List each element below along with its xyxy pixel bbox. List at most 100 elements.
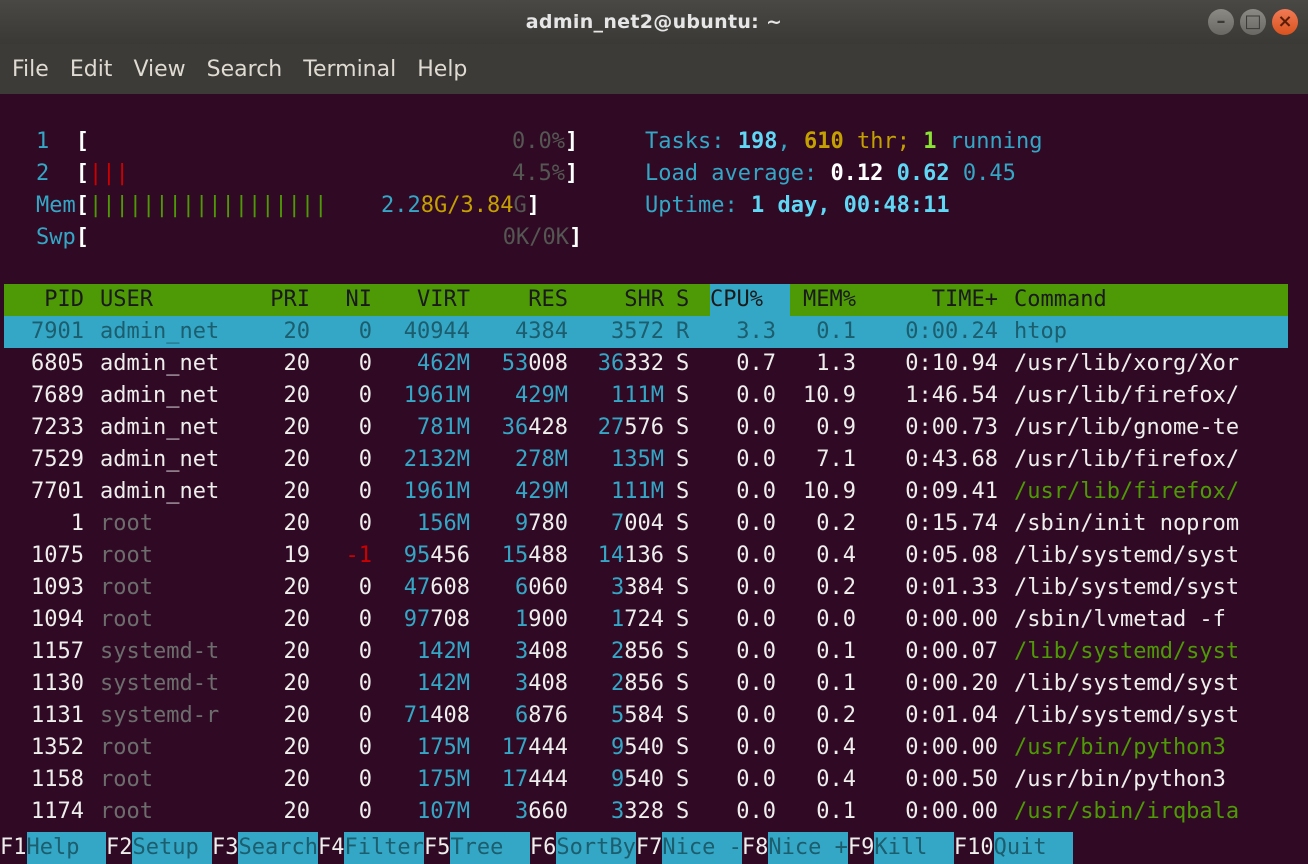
cell-s: S [676,607,690,632]
cell-cmd: /usr/lib/firefox/ [1014,447,1240,472]
cell-res: 53008 [501,351,568,376]
process-row[interactable]: 1 root 20 0 156M 9780 7004 S 0.0 0.2 0:15.74/sbin/… [4,508,1288,540]
fkey-f8[interactable]: F8 [742,832,769,864]
column-header-mem[interactable]: MEM% [786,284,856,316]
fkey-f4[interactable]: F4 [318,832,345,864]
column-header-cpu[interactable]: CPU% [710,284,790,316]
process-row[interactable]: 7901 admin_net 20 0 40944 4384 3572 R 3.3 0.1 0:00… [4,316,1288,348]
fkey-label-f8[interactable]: Nice + [768,832,848,864]
fkey-label-f4[interactable]: Filter [344,832,424,864]
cell-cmd: /usr/lib/firefox/ [1014,479,1240,504]
process-row[interactable]: 7701 admin_net 20 0 1961M 429M 111M S 0.0 10.9 0:0… [4,476,1288,508]
fkey-label-f1[interactable]: Help [26,832,106,864]
column-header-user[interactable]: USER [100,284,250,316]
cell-virt: 97708 [403,607,470,632]
column-header-virt[interactable]: VIRT [382,284,470,316]
cell-time: 0:01.04 [905,703,998,728]
cell-shr: 111M [611,479,664,504]
cell-pri: 20 [283,383,311,408]
fkey-f2[interactable]: F2 [106,832,133,864]
cell-cmd: /sbin/lvmetad -f [1014,607,1226,632]
fkey-label-f3[interactable]: Search [238,832,318,864]
cell-ni: 0 [358,479,372,504]
fkey-f10[interactable]: F10 [954,832,994,864]
terminal-area[interactable]: 1 [0.0%] 2 [||| 4.5%] Mem[|||||||||||||||… [0,94,1308,864]
menu-file[interactable]: File [12,57,49,82]
column-header-cmd[interactable]: Command [1014,284,1288,316]
cell-user: systemd-t [100,639,220,664]
cell-cpu: 0.0 [736,703,776,728]
column-header-shr[interactable]: SHR [576,284,664,316]
fkey-f7[interactable]: F7 [636,832,663,864]
fkey-label-f6[interactable]: SortBy [556,832,636,864]
fkey-f6[interactable]: F6 [530,832,557,864]
cell-virt: 781M [417,415,470,440]
fkey-label-f10[interactable]: Quit [993,832,1074,864]
cpu1-value: 0.0% [512,129,565,154]
cell-res: 3660 [515,799,568,824]
cell-res: 17444 [501,735,568,760]
fkey-f1[interactable]: F1 [0,832,27,864]
cpu2-meter: 2 [||| 4.5%] [36,158,578,190]
process-row[interactable]: 1094 root 20 0 97708 1900 1724 S 0.0 0.0 0:00.00/s… [4,604,1288,636]
column-header-time[interactable]: TIME+ [866,284,998,316]
fkey-f3[interactable]: F3 [212,832,239,864]
process-row[interactable]: 1352 root 20 0 175M 17444 9540 S 0.0 0.4 0:00.00/u… [4,732,1288,764]
mem-bar: |||||||||||||||||| [89,193,328,218]
cell-virt: 71408 [403,703,470,728]
cell-cpu: 0.0 [736,543,776,568]
cell-cpu: 0.0 [736,735,776,760]
process-row[interactable]: 1130 systemd-t 20 0 142M 3408 2856 S 0.0 0.1 0:00.… [4,668,1288,700]
cell-pid: 7701 [31,479,84,504]
menu-terminal[interactable]: Terminal [303,57,396,82]
fkey-f5[interactable]: F5 [424,832,451,864]
cell-shr: 135M [611,447,664,472]
cell-ni: 0 [358,415,372,440]
process-row[interactable]: 7689 admin_net 20 0 1961M 429M 111M S 0.0 10.9 1:4… [4,380,1288,412]
cell-cpu: 0.7 [736,351,776,376]
column-header-pri[interactable]: PRI [254,284,310,316]
process-row[interactable]: 1158 root 20 0 175M 17444 9540 S 0.0 0.4 0:00.50/u… [4,764,1288,796]
menu-view[interactable]: View [133,57,185,82]
fkey-f9[interactable]: F9 [848,832,875,864]
menu-search[interactable]: Search [207,57,283,82]
process-row[interactable]: 7233 admin_net 20 0 781M 36428 27576 S 0.0 0.9 0:0… [4,412,1288,444]
cell-shr: 36332 [597,351,664,376]
cell-shr: 5584 [611,703,664,728]
fkey-label-f2[interactable]: Setup [132,832,212,864]
process-row[interactable]: 7529 admin_net 20 0 2132M 278M 135M S 0.0 7.1 0:43… [4,444,1288,476]
cell-s: S [676,735,690,760]
cell-pid: 7529 [31,447,84,472]
cell-time: 0:00.73 [905,415,998,440]
process-row[interactable]: 1174 root 20 0 107M 3660 3328 S 0.0 0.1 0:00.00/us… [4,796,1288,828]
minimize-icon[interactable]: – [1208,9,1234,35]
fkey-label-f7[interactable]: Nice - [662,832,742,864]
process-row[interactable]: 1075 root 19 -1 95456 15488 14136 S 0.0 0.4 0:05.0… [4,540,1288,572]
cell-res: 9780 [515,511,568,536]
cell-ni: 0 [358,735,372,760]
process-row[interactable]: 6805 admin_net 20 0 462M 53008 36332 S 0.7 1.3 0:1… [4,348,1288,380]
column-header-s[interactable]: S [676,284,700,316]
cell-mem: 10.9 [803,479,856,504]
fkey-label-f9[interactable]: Kill [874,832,954,864]
cell-s: S [676,543,690,568]
column-header-res[interactable]: RES [478,284,568,316]
process-row[interactable]: 1157 systemd-t 20 0 142M 3408 2856 S 0.0 0.1 0:00.… [4,636,1288,668]
cell-res: 6876 [515,703,568,728]
cell-virt: 95456 [403,543,470,568]
close-icon[interactable]: × [1272,9,1298,35]
maximize-icon[interactable]: □ [1240,9,1266,35]
column-header-pid[interactable]: PID [4,284,84,316]
cell-s: S [676,479,690,504]
menu-edit[interactable]: Edit [70,57,113,82]
column-header-ni[interactable]: NI [322,284,373,316]
process-row[interactable]: 1093 root 20 0 47608 6060 3384 S 0.0 0.2 0:01.33/l… [4,572,1288,604]
cell-ni: 0 [358,671,372,696]
window-titlebar[interactable]: admin_net2@ubuntu: ~ – □ × [0,0,1308,44]
process-row[interactable]: 1131 systemd-r 20 0 71408 6876 5584 S 0.0 0.2 0:01… [4,700,1288,732]
fkey-label-f5[interactable]: Tree [450,832,530,864]
menu-help[interactable]: Help [417,57,467,82]
cell-res: 4384 [515,319,568,344]
cell-cmd: htop [1014,319,1067,344]
uptime-value: 1 day, 00:48:11 [750,193,950,218]
